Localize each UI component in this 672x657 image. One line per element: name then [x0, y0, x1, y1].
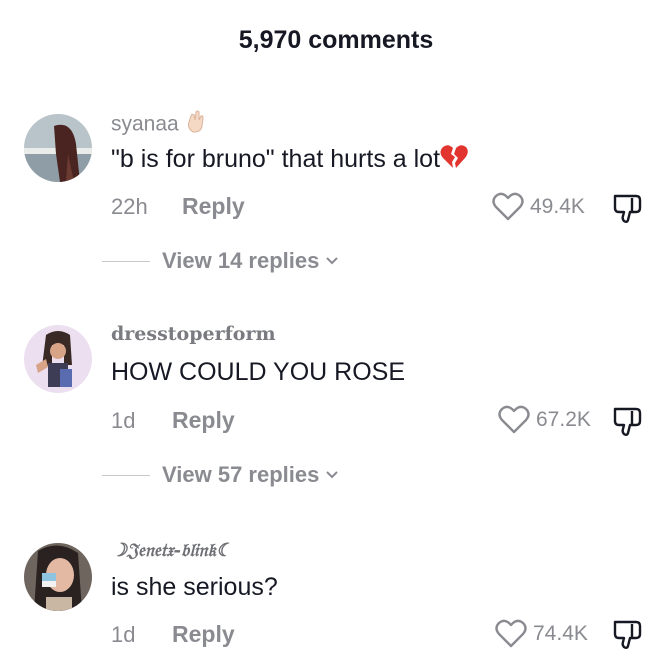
- comment-text: HOW COULD YOU ROSE: [111, 358, 406, 386]
- thumbs-down-icon: [613, 620, 642, 649]
- chevron-down-icon: [326, 257, 339, 265]
- comment-text: is she serious?: [111, 573, 278, 601]
- like-count: 74.4K: [533, 622, 588, 645]
- like-button[interactable]: 67.2K: [498, 405, 591, 435]
- reply-button[interactable]: Reply: [172, 407, 235, 434]
- comment-username[interactable]: dresstoperform: [111, 323, 276, 345]
- like-button[interactable]: 74.4K: [495, 619, 588, 649]
- comment-item: ☽𝔍𝔢𝔫𝔢𝔱𝔵-𝔟𝔩𝔦𝔫𝔨☾ is she serious? 1d Reply …: [0, 0, 672, 649]
- thumbs-down-icon: [613, 407, 642, 436]
- divider-line: [102, 260, 150, 262]
- heart-icon: [495, 619, 527, 648]
- comment-time: 1d: [111, 408, 136, 433]
- avatar[interactable]: [24, 325, 92, 393]
- comment-username[interactable]: ☽𝔍𝔢𝔫𝔢𝔱𝔵-𝔟𝔩𝔦𝔫𝔨☾: [111, 540, 232, 561]
- like-count: 67.2K: [536, 408, 591, 431]
- divider-line: [102, 474, 150, 476]
- view-replies-button[interactable]: View 57 replies: [102, 462, 339, 488]
- dislike-button[interactable]: [610, 616, 650, 652]
- heart-icon: [498, 405, 530, 434]
- chevron-down-icon: [326, 471, 339, 479]
- reply-button[interactable]: Reply: [172, 621, 235, 648]
- avatar[interactable]: [24, 543, 92, 611]
- comment-time: 1d: [111, 622, 136, 647]
- dislike-button[interactable]: [610, 403, 650, 439]
- view-replies-button[interactable]: View 14 replies: [102, 248, 339, 274]
